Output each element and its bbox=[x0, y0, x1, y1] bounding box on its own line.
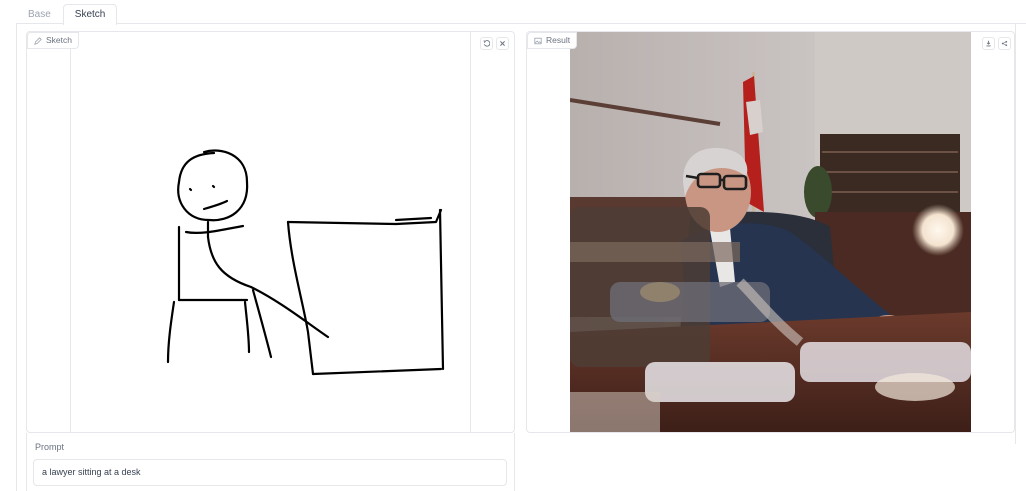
download-button[interactable] bbox=[982, 37, 995, 50]
container-right-border bbox=[1015, 24, 1016, 444]
result-image bbox=[570, 32, 971, 432]
sketch-canvas[interactable] bbox=[70, 32, 471, 432]
tab-bar-divider bbox=[16, 23, 1026, 24]
download-icon bbox=[986, 40, 991, 47]
share-icon bbox=[1001, 40, 1008, 47]
tab-base[interactable]: Base bbox=[16, 4, 63, 24]
pencil-icon bbox=[34, 36, 42, 45]
prompt-input[interactable]: a lawyer sitting at a desk bbox=[33, 459, 507, 486]
result-label-text: Result bbox=[546, 35, 571, 45]
close-icon bbox=[500, 41, 505, 46]
tab-bar: Base Sketch bbox=[16, 4, 118, 25]
container-left-border bbox=[16, 24, 17, 491]
generated-photo bbox=[570, 32, 971, 432]
tab-sketch[interactable]: Sketch bbox=[62, 4, 118, 25]
image-icon bbox=[534, 37, 542, 44]
sketch-label-text: Sketch bbox=[46, 35, 72, 45]
prompt-block: Prompt a lawyer sitting at a desk bbox=[26, 433, 515, 491]
prompt-label: Prompt bbox=[35, 442, 65, 452]
undo-icon bbox=[483, 40, 490, 47]
result-panel: Result bbox=[526, 31, 1015, 433]
clear-button[interactable] bbox=[496, 37, 509, 50]
sketch-drawing bbox=[166, 149, 445, 376]
result-panel-label: Result bbox=[527, 32, 578, 49]
sketch-panel-label: Sketch bbox=[27, 32, 79, 49]
sketch-panel: Sketch bbox=[26, 31, 515, 433]
share-button[interactable] bbox=[998, 37, 1011, 50]
undo-button[interactable] bbox=[480, 37, 493, 50]
